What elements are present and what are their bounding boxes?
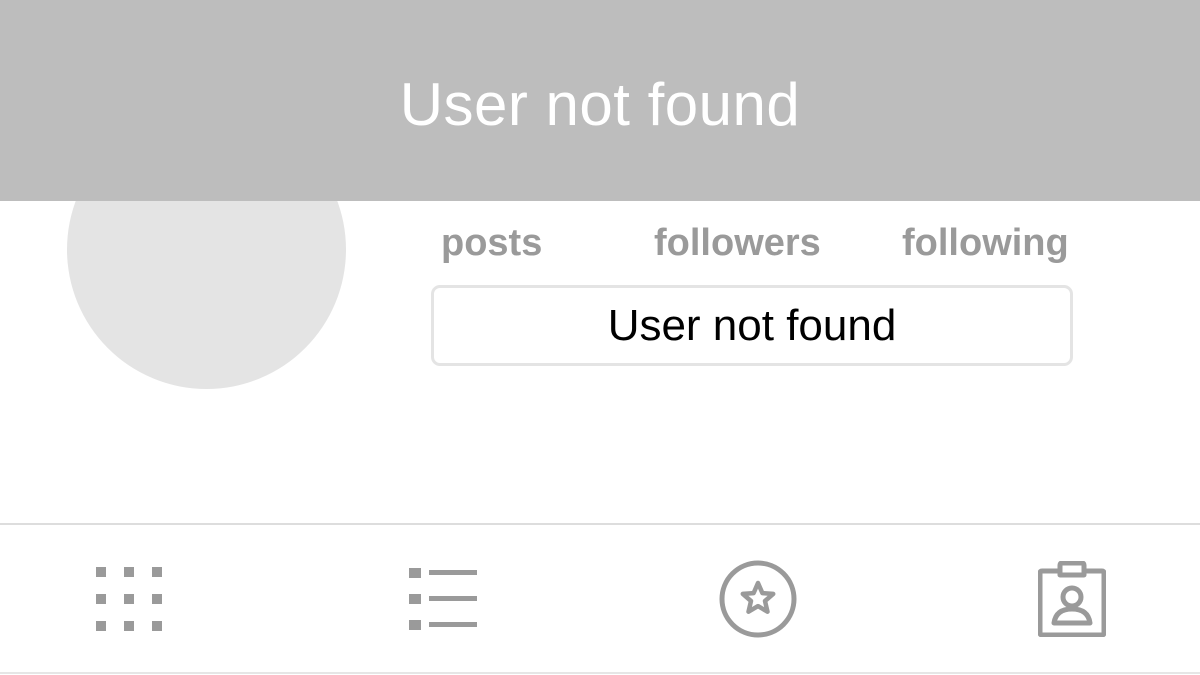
tab-tagged[interactable] xyxy=(658,527,858,670)
following-label[interactable]: following xyxy=(902,220,1069,266)
tab-bar-top-divider xyxy=(0,523,1200,525)
header-bar: User not found xyxy=(0,0,1200,201)
tab-list[interactable] xyxy=(343,527,543,670)
grid-icon xyxy=(96,566,162,631)
profile-action-button[interactable]: User not found xyxy=(431,285,1073,366)
list-icon xyxy=(409,567,477,630)
star-circle-icon xyxy=(719,560,797,637)
profile-action-button-label: User not found xyxy=(607,300,897,350)
header-title: User not found xyxy=(399,71,801,138)
contact-badge-icon xyxy=(1038,560,1106,637)
posts-label[interactable]: posts xyxy=(441,220,542,266)
tab-contact[interactable] xyxy=(972,527,1172,670)
tab-grid[interactable] xyxy=(29,527,229,670)
tab-bar-bottom-divider xyxy=(0,672,1200,674)
followers-label[interactable]: followers xyxy=(654,220,821,266)
